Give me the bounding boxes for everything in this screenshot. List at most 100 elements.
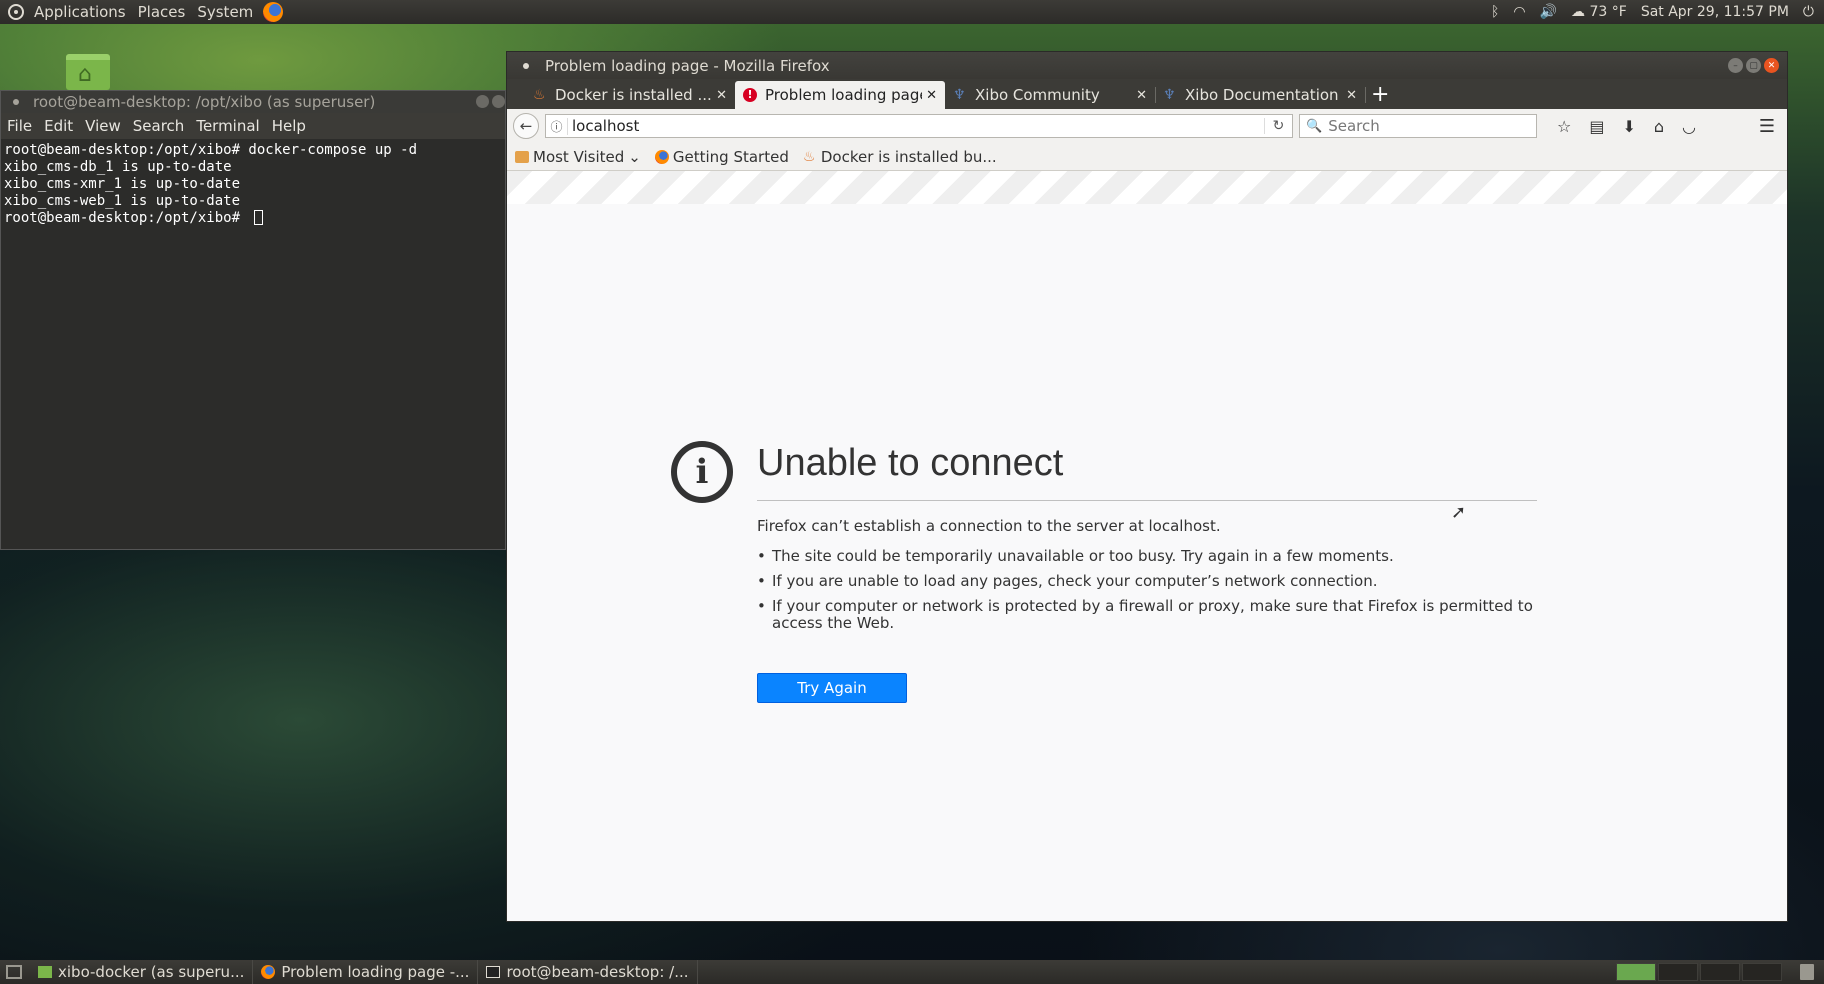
task-item-terminal[interactable]: root@beam-desktop: /... <box>478 960 698 984</box>
list-item: If your computer or network is protected… <box>757 598 1537 632</box>
back-arrow-icon: ← <box>519 117 533 135</box>
bottom-panel: xibo-docker (as superu... Problem loadin… <box>0 960 1824 984</box>
task-label: Problem loading page -... <box>281 963 470 981</box>
search-input[interactable]: 🔍 Search <box>1299 114 1537 138</box>
terminal-line: xibo_cms-xmr_1 is up-to-date <box>4 176 241 192</box>
firefox-titlebar[interactable]: Problem loading page - Mozilla Firefox –… <box>507 52 1787 79</box>
tab-label: Docker is installed ... <box>555 86 712 104</box>
bluetooth-icon[interactable]: ᛒ <box>1491 4 1499 20</box>
error-page: i Unable to connect Firefox can’t establ… <box>507 204 1787 893</box>
workspace-switcher <box>1616 963 1782 981</box>
workspace-1[interactable] <box>1616 963 1656 981</box>
tab-problem-loading[interactable]: ! Problem loading page ✕ <box>735 81 945 109</box>
home-icon[interactable]: ⌂ <box>1654 117 1664 136</box>
error-title: Unable to connect <box>757 442 1064 484</box>
terminal-menu-search[interactable]: Search <box>127 117 191 135</box>
firefox-window-buttons: – ▢ ✕ <box>1728 58 1779 73</box>
error-description: Firefox can’t establish a connection to … <box>757 517 1221 535</box>
pocket-icon[interactable]: ◡ <box>1682 117 1696 136</box>
terminal-menu-edit[interactable]: Edit <box>38 117 79 135</box>
wifi-icon[interactable]: ◠ <box>1513 4 1525 20</box>
menu-system[interactable]: System <box>191 3 259 21</box>
info-icon: i <box>671 441 733 503</box>
menu-applications[interactable]: Applications <box>28 3 132 21</box>
terminal-menu-help[interactable]: Help <box>266 117 312 135</box>
url-input[interactable]: localhost <box>572 117 1264 135</box>
site-info-icon[interactable]: ⓘ <box>546 117 568 135</box>
loading-stripes <box>507 171 1787 204</box>
bookmark-label: Getting Started <box>672 147 789 166</box>
tab-close-icon[interactable]: ✕ <box>1346 88 1357 103</box>
tab-xibo-community[interactable]: ♆ Xibo Community ✕ <box>945 81 1156 109</box>
terminal-prompt-line: root@beam-desktop:/opt/xibo# <box>4 210 502 227</box>
terminal-menu-terminal[interactable]: Terminal <box>190 117 265 135</box>
terminal-window-buttons <box>476 95 505 108</box>
window-menu-icon[interactable] <box>13 99 19 105</box>
weather-indicator[interactable]: ☁ 73 °F <box>1571 4 1627 20</box>
ubuntu-logo-icon[interactable] <box>8 4 24 20</box>
xibo-icon: ♆ <box>953 87 966 103</box>
reading-list-icon[interactable]: ▤ <box>1589 117 1604 136</box>
error-suggestions: The site could be temporarily unavailabl… <box>757 548 1537 640</box>
clock[interactable]: Sat Apr 29, 11:57 PM <box>1641 4 1789 20</box>
firefox-launcher-icon[interactable] <box>263 2 284 22</box>
list-item: If you are unable to load any pages, che… <box>757 573 1537 591</box>
terminal-menu-view[interactable]: View <box>79 117 127 135</box>
terminal-window: root@beam-desktop: /opt/xibo (as superus… <box>0 90 506 550</box>
top-panel: Applications Places System ᛒ ◠ 🔊 ☁ 73 °F… <box>0 0 1824 24</box>
tab-close-icon[interactable]: ✕ <box>716 88 727 103</box>
tab-close-icon[interactable]: ✕ <box>1136 88 1147 103</box>
tab-separator <box>1365 87 1366 103</box>
volume-icon[interactable]: 🔊 <box>1540 4 1557 20</box>
back-button[interactable]: ← <box>513 113 539 139</box>
tab-docker[interactable]: ♨ Docker is installed ... ✕ <box>525 81 736 109</box>
terminal-icon <box>486 966 501 978</box>
terminal-output[interactable]: root@beam-desktop:/opt/xibo# docker-comp… <box>1 139 505 230</box>
maximize-icon[interactable]: ▢ <box>1746 58 1761 73</box>
terminal-prompt: root@beam-desktop:/opt/xibo# <box>4 210 249 226</box>
window-menu-icon[interactable] <box>523 62 529 69</box>
docker-icon: ♨ <box>802 148 816 165</box>
docker-icon: ♨ <box>533 87 546 103</box>
bookmark-docker[interactable]: ♨ Docker is installed bu... <box>803 148 997 166</box>
maximize-icon[interactable] <box>492 95 505 108</box>
minimize-icon[interactable] <box>476 95 489 108</box>
new-tab-button[interactable]: + <box>1365 82 1399 109</box>
menu-hamburger-icon[interactable]: ☰ <box>1759 116 1775 137</box>
firefox-icon <box>261 965 276 979</box>
firefox-title: Problem loading page - Mozilla Firefox <box>545 56 830 75</box>
tab-xibo-documentation[interactable]: ♆ Xibo Documentation ✕ <box>1155 81 1366 109</box>
close-icon[interactable]: ✕ <box>1764 58 1779 73</box>
system-tray: ᛒ ◠ 🔊 ☁ 73 °F Sat Apr 29, 11:57 PM ⏻ <box>1491 4 1824 20</box>
home-folder-desktop-icon[interactable] <box>66 54 110 90</box>
workspace-3[interactable] <box>1700 963 1740 981</box>
bookmark-star-icon[interactable]: ☆ <box>1557 117 1571 136</box>
task-item-file-manager[interactable]: xibo-docker (as superu... <box>30 960 254 984</box>
firefox-icon <box>654 149 669 164</box>
task-item-firefox[interactable]: Problem loading page -... <box>253 960 479 984</box>
workspace-2[interactable] <box>1658 963 1698 981</box>
terminal-line: xibo_cms-web_1 is up-to-date <box>4 193 241 209</box>
tab-bar: ♨ Docker is installed ... ✕ ! Problem lo… <box>507 79 1787 109</box>
bookmark-label: Most Visited <box>533 147 625 166</box>
trash-icon[interactable] <box>1800 964 1814 980</box>
reload-icon[interactable]: ↻ <box>1264 118 1292 134</box>
firefox-window: Problem loading page - Mozilla Firefox –… <box>506 51 1788 922</box>
show-desktop-icon[interactable] <box>6 965 22 979</box>
menu-places[interactable]: Places <box>132 3 192 21</box>
downloads-icon[interactable]: ⬇ <box>1622 117 1635 136</box>
search-icon: 🔍 <box>1306 118 1323 134</box>
try-again-button[interactable]: Try Again <box>757 673 907 703</box>
divider <box>757 500 1537 501</box>
terminal-titlebar[interactable]: root@beam-desktop: /opt/xibo (as superus… <box>1 91 505 113</box>
minimize-icon[interactable]: – <box>1728 58 1743 73</box>
url-bar[interactable]: ⓘ localhost ↻ <box>545 114 1293 138</box>
workspace-4[interactable] <box>1742 963 1782 981</box>
bookmark-most-visited[interactable]: Most Visited ⌄ <box>515 148 641 166</box>
bookmark-getting-started[interactable]: Getting Started <box>654 147 789 166</box>
toolbar-icons: ☆ ▤ ⬇ ⌂ ◡ <box>1557 117 1696 136</box>
power-icon[interactable]: ⏻ <box>1803 4 1814 20</box>
terminal-line: xibo_cms-db_1 is up-to-date <box>4 159 232 175</box>
tab-close-icon[interactable]: ✕ <box>926 88 937 103</box>
terminal-menu-file[interactable]: File <box>1 117 38 135</box>
